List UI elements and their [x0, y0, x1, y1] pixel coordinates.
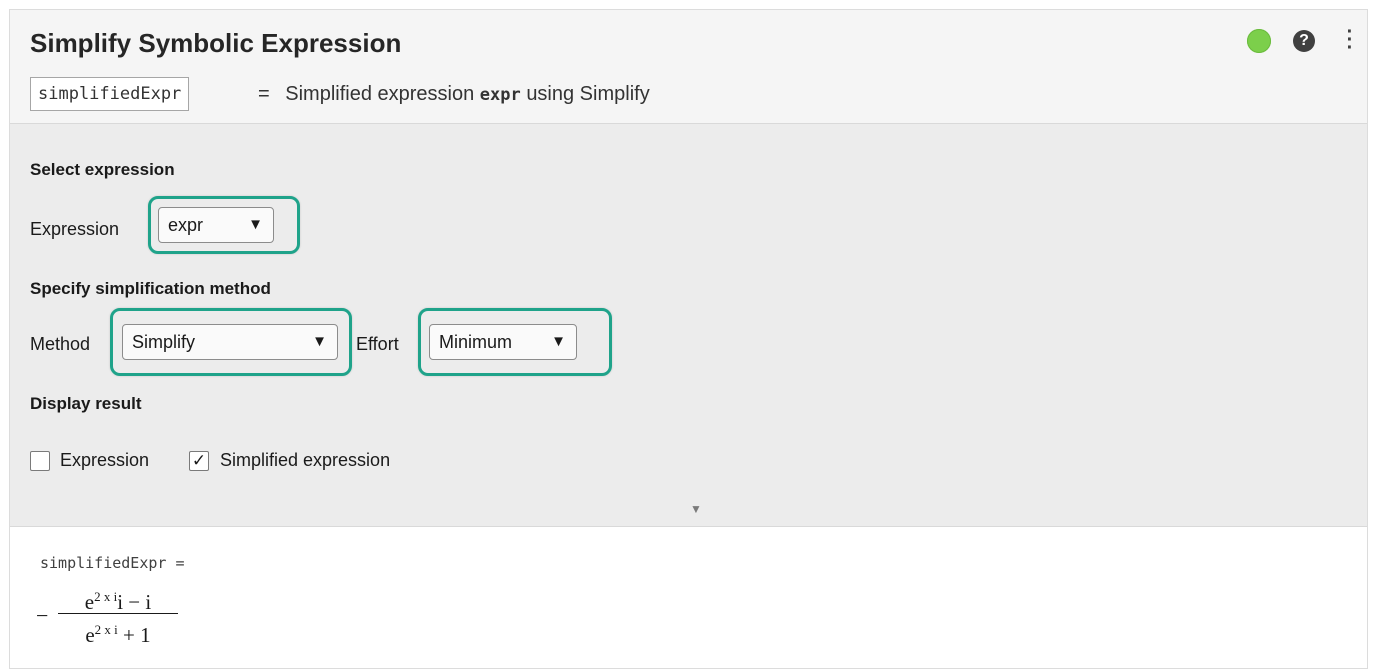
expression-dropdown-value: expr: [168, 215, 204, 235]
show-simplified-label: Simplified expression: [220, 450, 391, 470]
task-title: Simplify Symbolic Expression: [30, 28, 402, 58]
summary-suffix: using Simplify: [526, 83, 650, 105]
math-minus: −: [36, 603, 49, 628]
status-icon: [1247, 29, 1271, 53]
controls-panel: Select expression Expression expr ▼ Spec…: [10, 124, 1367, 527]
math-denominator: e2 x i + 1: [85, 622, 151, 647]
chevron-down-icon: ▼: [312, 333, 327, 350]
chevron-down-icon: ▼: [248, 216, 263, 233]
math-numerator: e2 x ii − i: [84, 589, 152, 614]
task-header: Simplify Symbolic Expression simplifiedE…: [10, 10, 1367, 124]
math-fraction: e2 x ii − i e2 x i + 1: [58, 583, 178, 647]
summary-equals: =: [258, 83, 270, 105]
expression-label: Expression: [30, 219, 120, 239]
output-variable-line: simplifiedExpr =: [40, 554, 185, 572]
summary-prefix: Simplified expression: [285, 83, 475, 105]
collapse-icon[interactable]: ▼: [690, 502, 702, 516]
effort-dropdown-value: Minimum: [439, 332, 513, 352]
task-summary: = Simplified expression expr using Simpl…: [258, 79, 650, 110]
summary-code: expr: [479, 85, 521, 105]
effort-label: Effort: [356, 334, 399, 354]
chevron-down-icon: ▼: [551, 333, 566, 350]
show-expression-checkbox[interactable]: [30, 451, 50, 471]
method-dropdown-value: Simplify: [132, 332, 196, 352]
section-select-expression: Select expression: [30, 160, 175, 179]
output-variable-field[interactable]: simplifiedExpr: [30, 77, 190, 111]
live-task: Simplify Symbolic Expression simplifiedE…: [9, 9, 1368, 669]
expression-dropdown[interactable]: expr ▼: [158, 207, 274, 243]
method-dropdown[interactable]: Simplify ▼: [122, 324, 338, 360]
output-panel: simplifiedExpr = − e2 x ii − i e2 x i + …: [10, 527, 1367, 668]
effort-dropdown[interactable]: Minimum ▼: [429, 324, 577, 360]
help-icon[interactable]: ?: [1293, 30, 1315, 52]
section-method: Specify simplification method: [30, 279, 271, 298]
method-label: Method: [30, 334, 91, 354]
section-display-result: Display result: [30, 394, 142, 413]
show-expression-label: Expression: [60, 450, 150, 470]
show-simplified-checkbox[interactable]: ✓: [189, 451, 209, 471]
more-options-icon[interactable]: · · ·: [1343, 22, 1357, 58]
